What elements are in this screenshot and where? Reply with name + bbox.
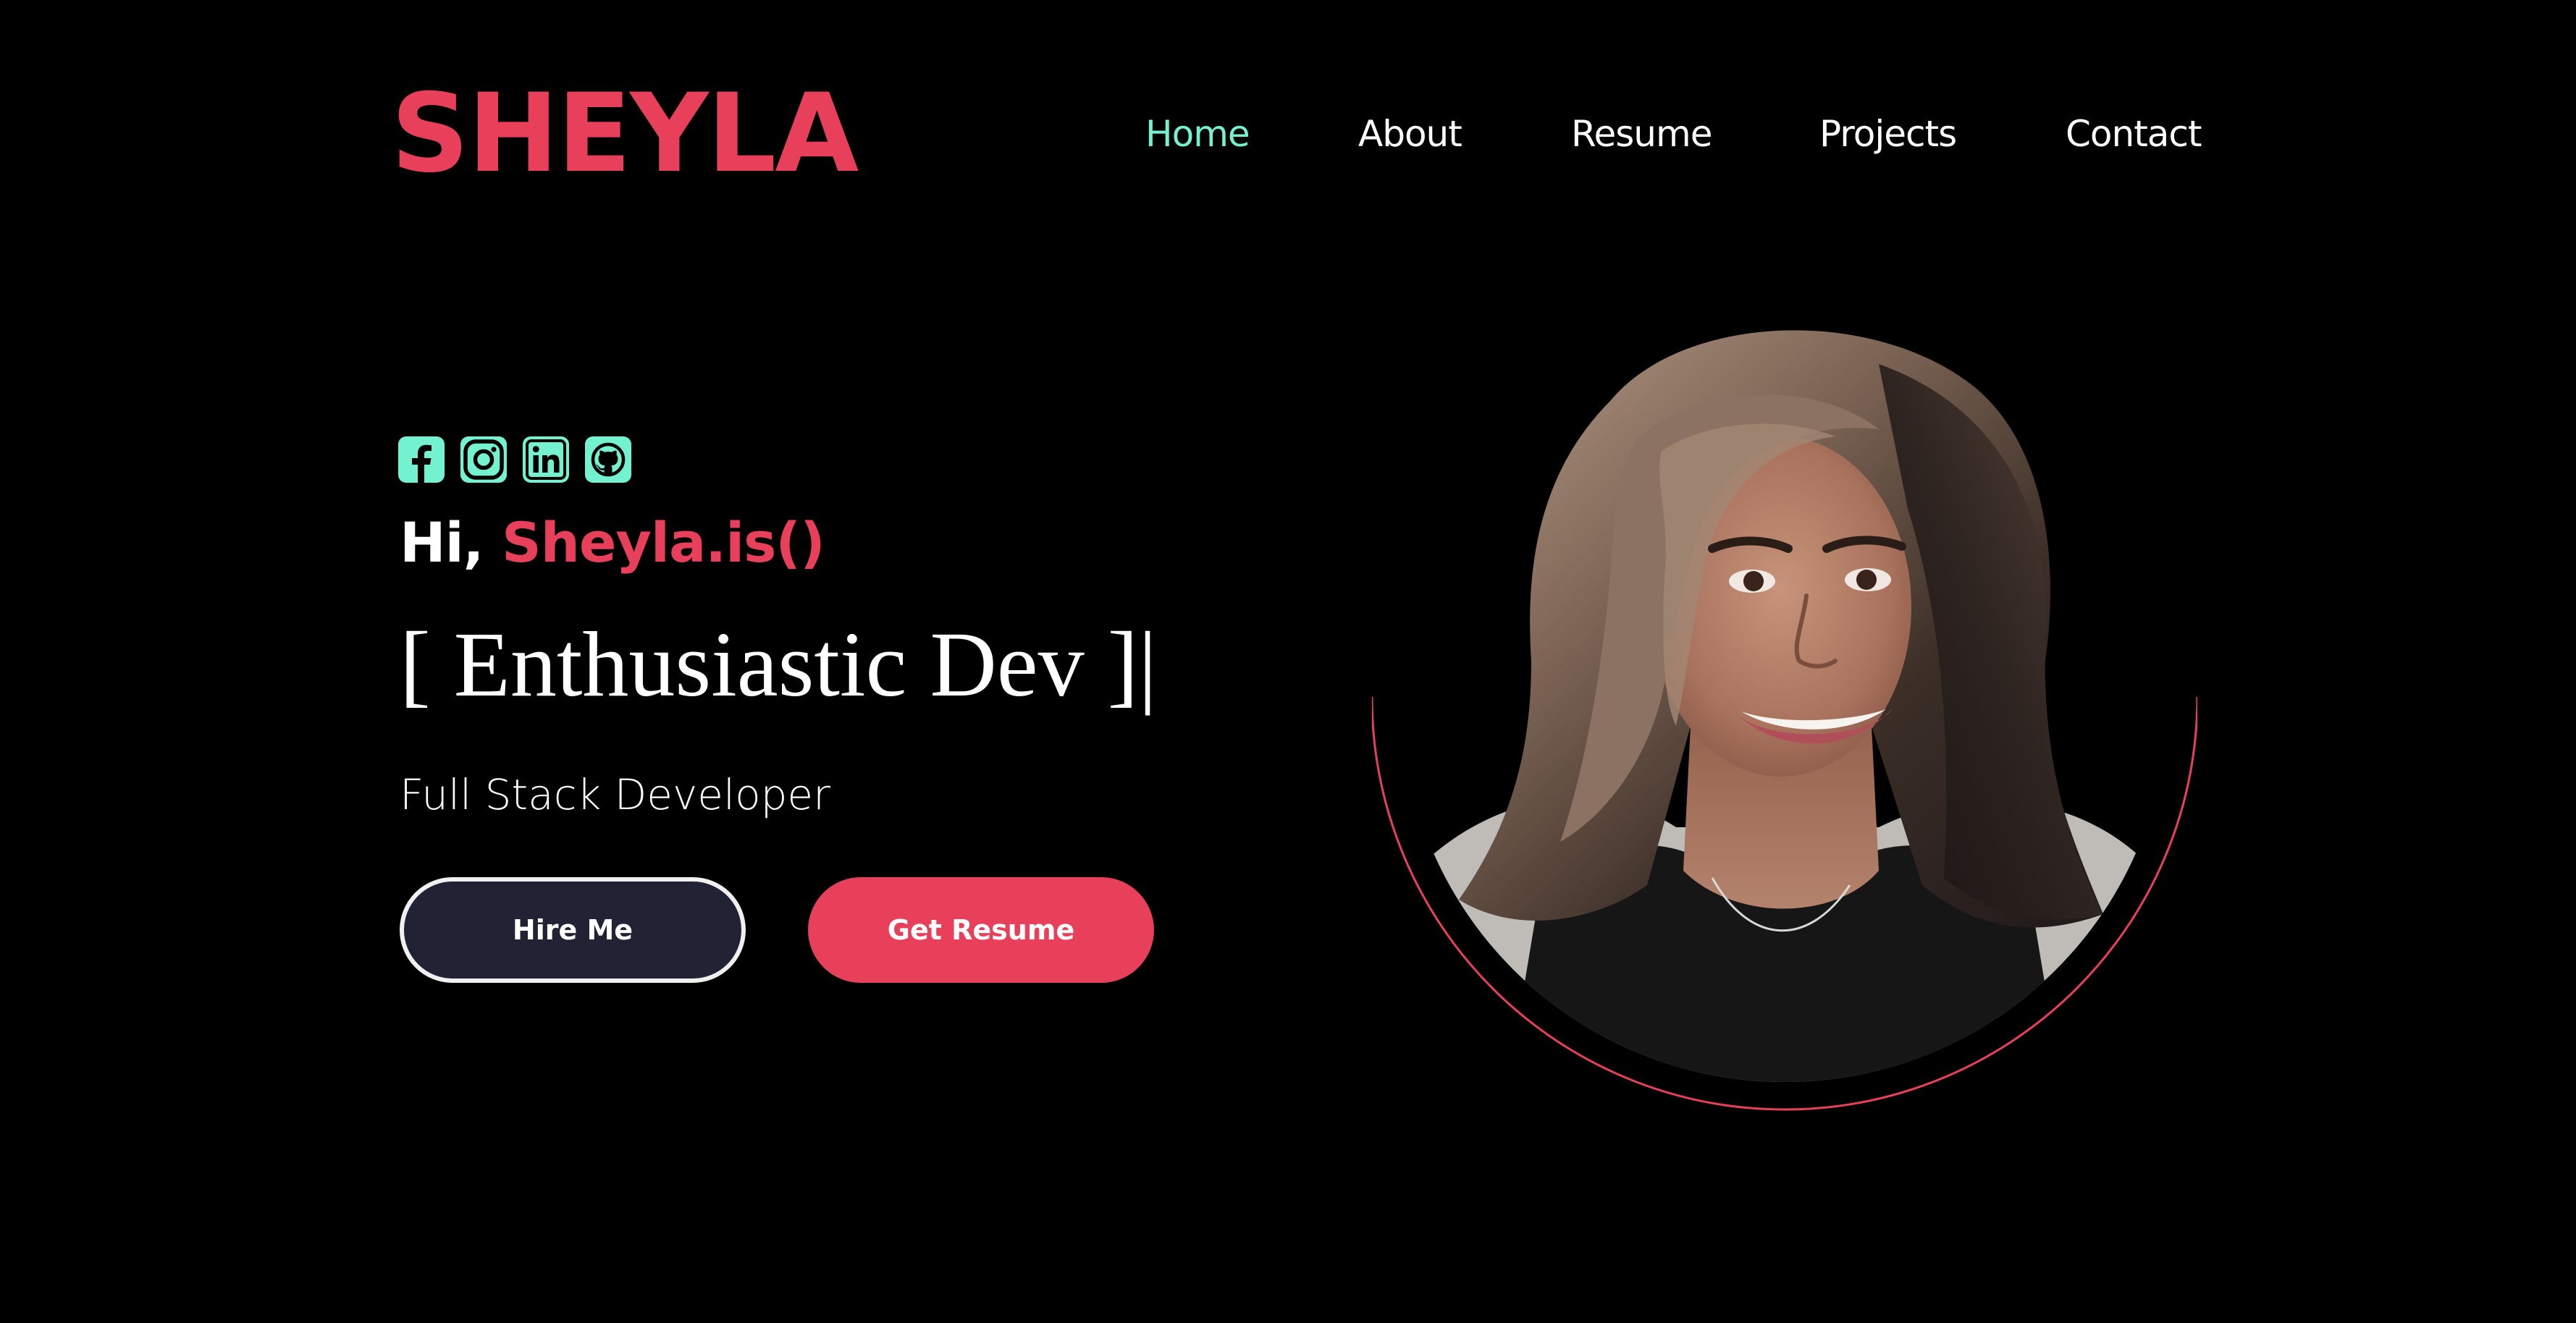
profile-photo xyxy=(1372,321,2197,1111)
hero-greeting: Hi, Sheyla.is() xyxy=(400,507,825,579)
nav-item-resume[interactable]: Resume xyxy=(1571,109,1712,159)
nav-item-contact[interactable]: Contact xyxy=(2066,109,2202,159)
facebook-icon[interactable] xyxy=(398,436,445,483)
profile-portrait xyxy=(1372,321,2197,1117)
get-resume-button[interactable]: Get Resume xyxy=(808,877,1154,983)
nav-item-home[interactable]: Home xyxy=(1145,109,1250,159)
landing-page: SHEYLA Home About Resume Projects Contac… xyxy=(0,0,2576,1323)
main-nav: Home About Resume Projects Contact xyxy=(0,109,2576,166)
greeting-prefix: Hi, xyxy=(400,510,484,575)
role-subtitle: Full Stack Developer xyxy=(400,770,830,819)
linkedin-icon[interactable] xyxy=(523,436,569,483)
instagram-icon[interactable] xyxy=(460,436,507,483)
github-icon[interactable] xyxy=(585,436,631,483)
typing-caret: | xyxy=(1138,613,1157,716)
typed-headline: [ Enthusiastic Dev ]| xyxy=(400,614,1157,715)
hire-me-button[interactable]: Hire Me xyxy=(400,877,746,983)
nav-item-projects[interactable]: Projects xyxy=(1819,109,1957,159)
greeting-name: Sheyla.is() xyxy=(502,510,825,575)
typed-text: [ Enthusiastic Dev ] xyxy=(400,613,1139,716)
nav-item-about[interactable]: About xyxy=(1358,109,1462,159)
